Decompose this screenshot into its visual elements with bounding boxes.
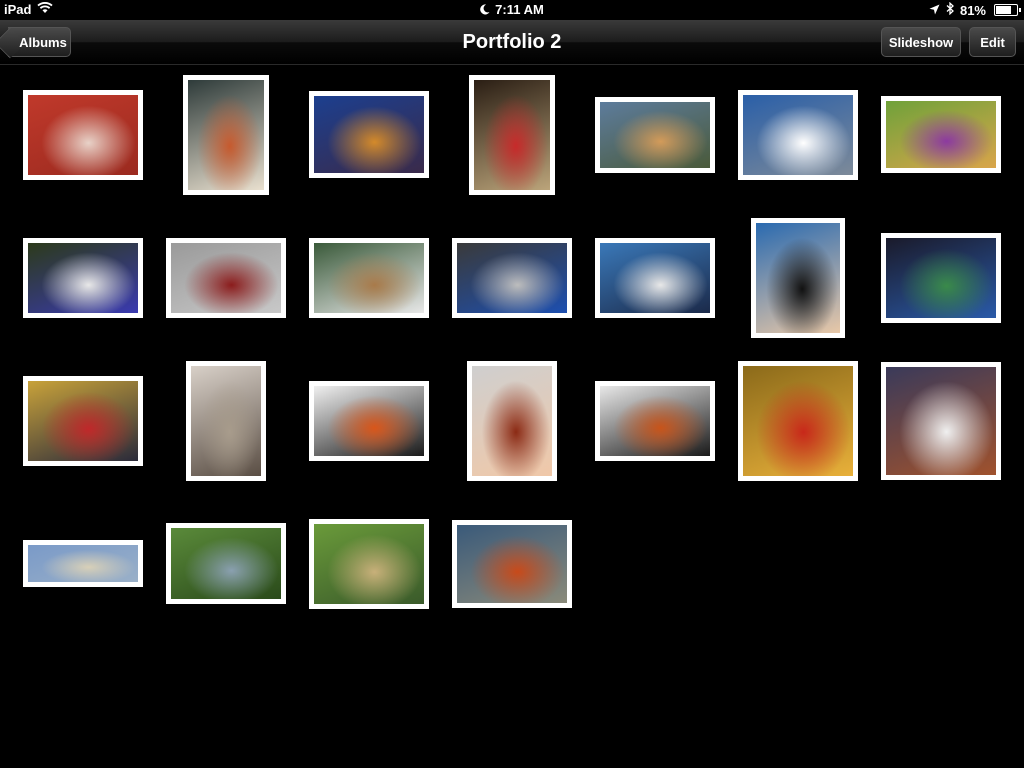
slideshow-button[interactable]: Slideshow (881, 27, 961, 57)
photo-image (472, 366, 552, 476)
photo-image (28, 243, 138, 313)
photo-thumbnail[interactable] (881, 362, 1001, 480)
photo-thumbnail[interactable] (23, 540, 143, 587)
photo-image (600, 102, 710, 168)
navigation-bar: Albums Portfolio 2 Slideshow Edit (0, 20, 1024, 65)
photo-thumbnail[interactable] (595, 97, 715, 173)
status-right: 81% (929, 1, 1021, 18)
photo-thumbnail[interactable] (467, 361, 557, 481)
photo-image (600, 386, 710, 456)
status-center: 7:11 AM (0, 2, 1024, 18)
photo-thumbnail[interactable] (595, 381, 715, 461)
photo-thumbnail[interactable] (469, 75, 555, 195)
photo-image (474, 80, 550, 190)
photo-thumbnail[interactable] (881, 96, 1001, 173)
photo-thumbnail[interactable] (166, 523, 286, 604)
photo-thumbnail[interactable] (738, 361, 858, 481)
photo-image (743, 95, 853, 175)
photo-image (886, 101, 996, 168)
photo-thumbnail[interactable] (452, 238, 572, 318)
photo-thumbnail[interactable] (23, 90, 143, 180)
photo-image (756, 223, 840, 333)
photo-thumbnail[interactable] (23, 376, 143, 466)
photo-image (188, 80, 264, 190)
photo-image (314, 243, 424, 313)
battery-icon (994, 4, 1021, 16)
photo-thumbnail[interactable] (595, 238, 715, 318)
photo-thumbnail[interactable] (309, 238, 429, 318)
location-icon (929, 3, 940, 18)
photo-image (171, 243, 281, 313)
status-time: 7:11 AM (495, 2, 544, 17)
photo-thumbnail[interactable] (309, 519, 429, 609)
bluetooth-icon (946, 1, 954, 18)
photo-image (171, 528, 281, 599)
photo-image (191, 366, 261, 476)
photo-thumbnail[interactable] (452, 520, 572, 608)
photo-image (314, 524, 424, 604)
photo-image (28, 95, 138, 175)
page-title: Portfolio 2 (462, 31, 562, 53)
edit-button[interactable]: Edit (969, 27, 1016, 57)
photo-thumbnail[interactable] (186, 361, 266, 481)
photo-thumbnail[interactable] (166, 238, 286, 318)
photo-thumbnail[interactable] (738, 90, 858, 180)
photo-image (314, 386, 424, 456)
photo-thumbnail[interactable] (183, 75, 269, 195)
battery-percent: 81% (959, 2, 986, 18)
photo-image (600, 243, 710, 313)
photo-image (28, 381, 138, 461)
battery-level (996, 6, 1011, 14)
photo-thumbnail[interactable] (751, 218, 845, 338)
photo-thumbnail[interactable] (23, 238, 143, 318)
photo-image (457, 525, 567, 603)
photo-image (457, 243, 567, 313)
photo-image (886, 238, 996, 318)
photo-image (28, 545, 138, 582)
photo-image (314, 96, 424, 173)
photo-thumbnail[interactable] (309, 91, 429, 178)
photo-thumbnail[interactable] (309, 381, 429, 461)
photo-image (886, 367, 996, 475)
moon-icon (480, 4, 490, 15)
photo-image (743, 366, 853, 476)
photo-thumbnail[interactable] (881, 233, 1001, 323)
status-bar: iPad 7:11 AM 81% (0, 0, 1024, 20)
back-button-label: Albums (19, 34, 67, 50)
